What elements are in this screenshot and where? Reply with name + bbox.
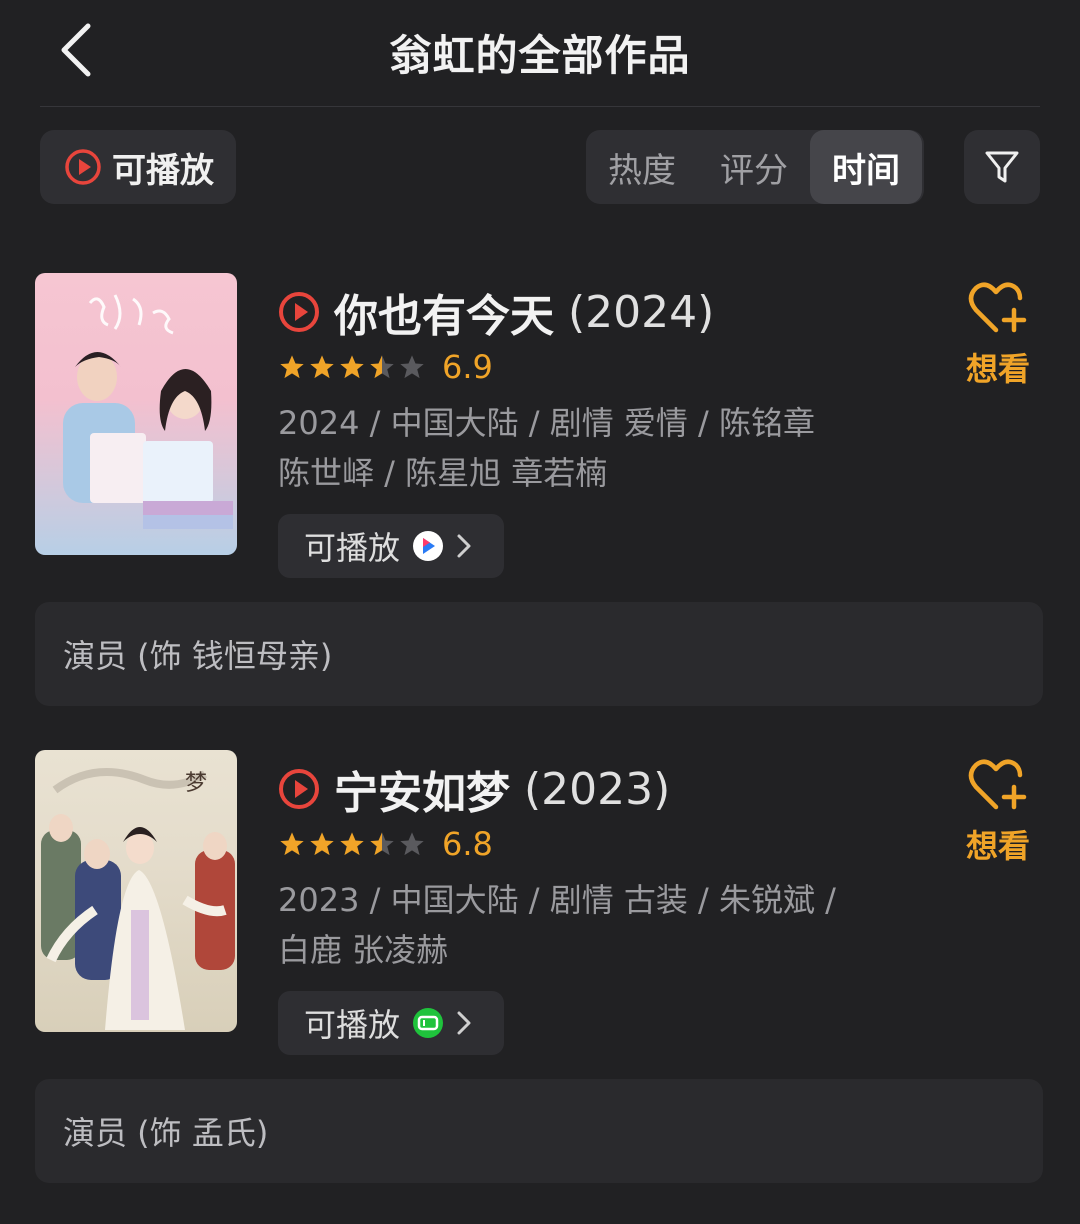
star-icon: [280, 355, 304, 379]
role-text: 演员 (饰 孟氏): [63, 1114, 269, 1152]
star-icon: [280, 832, 304, 856]
half-star-icon: [370, 832, 394, 856]
play-source-label: 可播放: [304, 1006, 401, 1044]
funnel-icon: [985, 151, 1019, 183]
work-meta-line: 陈世峄 / 陈星旭 章若楠: [278, 454, 608, 492]
want-to-watch-button[interactable]: 想看: [958, 280, 1038, 390]
play-circle-icon: [279, 769, 319, 809]
svg-text:梦: 梦: [185, 771, 207, 796]
half-star-icon: [370, 355, 394, 379]
star-icon: [340, 832, 364, 856]
sort-tab-popularity[interactable]: 热度: [586, 130, 698, 204]
header-divider: [40, 106, 1040, 107]
rating-score: 6.8: [442, 825, 493, 863]
sort-tab-time[interactable]: 时间: [810, 130, 922, 204]
star-rating: [278, 830, 426, 858]
work-title-row[interactable]: 你也有今天 (2024): [278, 280, 714, 344]
poster-image[interactable]: 梦: [35, 750, 237, 1032]
play-source-button[interactable]: 可播放: [278, 514, 504, 578]
youku-icon: [413, 531, 444, 561]
star-icon: [310, 832, 334, 856]
iqiyi-icon: [413, 1008, 444, 1038]
filmography-page: 翁虹的全部作品 可播放 热度 评分 时间 你也有今天 (2024) 6.9 20…: [0, 0, 1080, 1224]
heart-plus-icon: [968, 282, 1027, 333]
work-meta: 2024 / 中国大陆 / 剧情 爱情 / 陈铭章 陈世峄 / 陈星旭 章若楠: [278, 398, 918, 498]
role-text: 演员 (饰 钱恒母亲): [63, 637, 333, 675]
sort-tab-rating[interactable]: 评分: [698, 130, 810, 204]
filter-button[interactable]: [964, 130, 1040, 204]
page-title: 翁虹的全部作品: [389, 31, 691, 80]
poster-image[interactable]: [35, 273, 237, 555]
rating-score: 6.9: [442, 348, 493, 386]
role-description: 演员 (饰 孟氏): [35, 1079, 1043, 1183]
work-year: (2024): [568, 286, 715, 338]
work-meta-line: 2024 / 中国大陆 / 剧情 爱情 / 陈铭章: [278, 404, 815, 442]
want-to-watch-label: 想看: [965, 350, 1030, 388]
work-title: 宁安如梦: [334, 768, 510, 819]
chevron-right-icon: [457, 534, 471, 558]
play-circle-icon: [279, 292, 319, 332]
playable-filter-button[interactable]: 可播放: [40, 130, 236, 204]
rating-row: 6.9: [278, 348, 493, 386]
work-title-row[interactable]: 宁安如梦 (2023): [278, 757, 670, 821]
work-meta-line: 2023 / 中国大陆 / 剧情 古装 / 朱锐斌 /: [278, 881, 836, 919]
role-description: 演员 (饰 钱恒母亲): [35, 602, 1043, 706]
work-meta: 2023 / 中国大陆 / 剧情 古装 / 朱锐斌 / 白鹿 张凌赫: [278, 875, 918, 975]
star-icon: [310, 355, 334, 379]
want-to-watch-label: 想看: [965, 827, 1030, 865]
play-source-button[interactable]: 可播放: [278, 991, 504, 1055]
work-title: 你也有今天: [334, 291, 554, 342]
work-meta-line: 白鹿 张凌赫: [278, 931, 449, 969]
empty-star-icon: [400, 832, 424, 856]
heart-plus-icon: [968, 759, 1027, 810]
chevron-right-icon: [457, 1011, 471, 1035]
star-rating: [278, 353, 426, 381]
want-to-watch-button[interactable]: 想看: [958, 757, 1038, 867]
rating-row: 6.8: [278, 825, 493, 863]
sort-segmented-control: 热度 评分 时间: [586, 130, 924, 204]
work-year: (2023): [524, 763, 671, 815]
play-source-label: 可播放: [304, 529, 401, 567]
playable-filter-label: 可播放: [112, 150, 214, 191]
star-icon: [340, 355, 364, 379]
play-circle-icon: [65, 149, 101, 185]
empty-star-icon: [400, 355, 424, 379]
